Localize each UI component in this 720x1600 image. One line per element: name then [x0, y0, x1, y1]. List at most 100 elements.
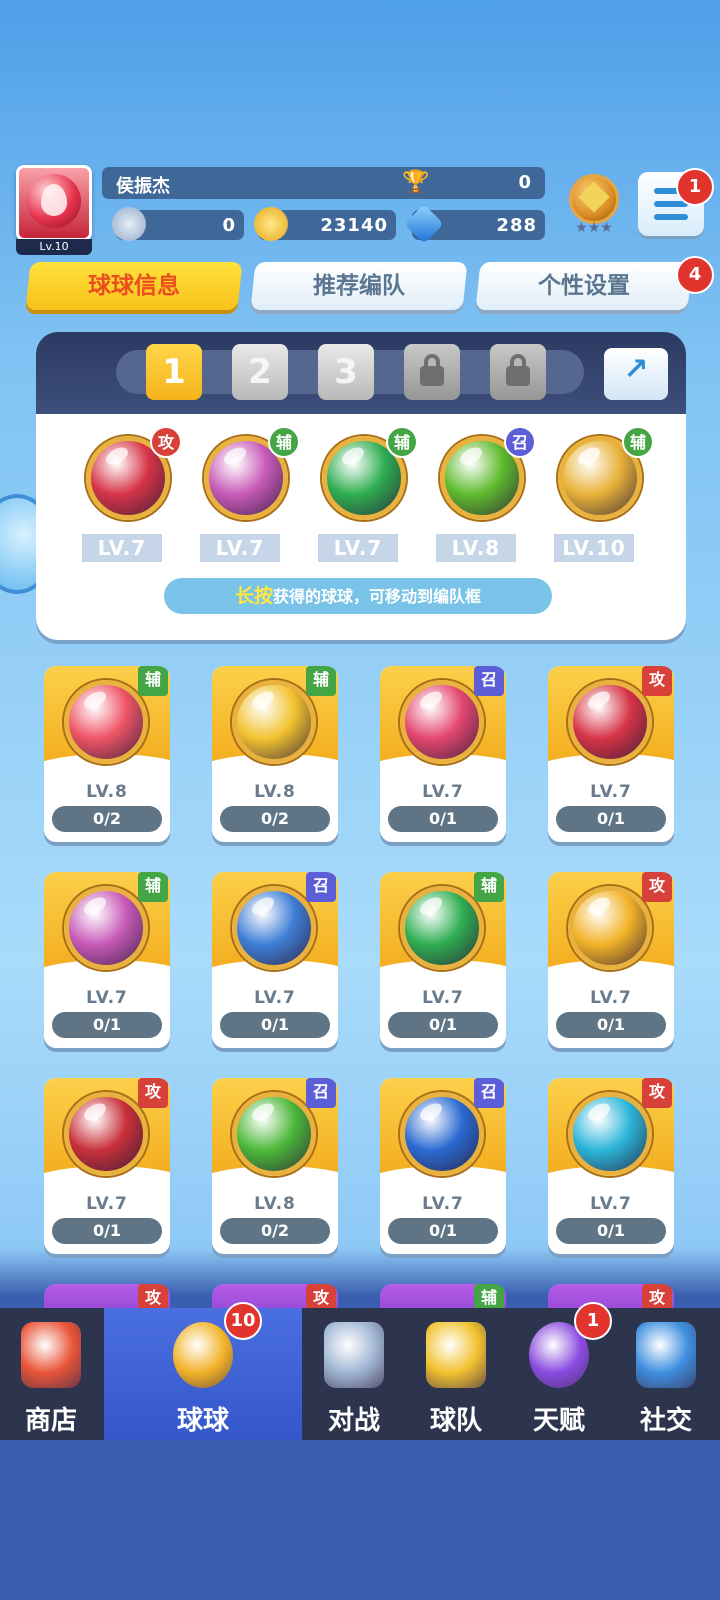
- ball-card[interactable]: 召 LV.8 0/2: [212, 1078, 338, 1254]
- card-level: LV.7: [86, 1194, 128, 1214]
- ball-icon: [568, 886, 652, 970]
- ball-card[interactable]: 辅 LV.7 0/1: [44, 872, 170, 1048]
- nav-label: 对战: [327, 1406, 380, 1436]
- bottom-background: [0, 1440, 720, 1600]
- team-ball-5[interactable]: 辅: [552, 426, 654, 528]
- ball-shine: [81, 893, 109, 919]
- ball-shine: [417, 1099, 445, 1125]
- team-ball-level: LV.7: [200, 534, 280, 562]
- ball-icon: [400, 680, 484, 764]
- card-progress: 0/1: [388, 806, 498, 832]
- nav-shop[interactable]: 商店: [0, 1308, 102, 1440]
- crossed-swords-icon: [324, 1322, 384, 1388]
- card-progress: 0/1: [556, 1218, 666, 1244]
- lock-icon: [506, 354, 530, 386]
- team-slot-1[interactable]: 1: [146, 344, 202, 400]
- nav-balls[interactable]: 球球 10: [104, 1302, 302, 1440]
- ball-type-badge: 辅: [138, 666, 168, 696]
- nav-crossed-swords[interactable]: 对战: [304, 1308, 404, 1440]
- card-progress: 0/1: [52, 1218, 162, 1244]
- card-level: LV.7: [86, 988, 128, 1008]
- ball-card[interactable]: 攻 LV.7 0/1: [548, 1078, 674, 1254]
- card-level: LV.7: [422, 782, 464, 802]
- card-level: LV.8: [254, 782, 296, 802]
- card-level: LV.7: [590, 1194, 632, 1214]
- ball-icon: [232, 886, 316, 970]
- tab-ball-info[interactable]: 球球信息: [25, 262, 243, 310]
- ball-type-badge: 辅: [622, 426, 654, 458]
- hint-highlight: 长按: [234, 585, 273, 607]
- card-level: LV.8: [86, 782, 128, 802]
- balls-icon: [173, 1322, 233, 1388]
- ball-card[interactable]: 攻 LV.7 0/1: [548, 872, 674, 1048]
- energy-plus-icon: [112, 207, 146, 241]
- trophy-icon: 🏆: [402, 170, 430, 195]
- ball-card[interactable]: 召 LV.7 0/1: [380, 666, 506, 842]
- drag-hint: 长按获得的球球，可移动到编队框: [164, 578, 552, 614]
- gold-resource[interactable]: 23140: [254, 207, 396, 241]
- team-ball-level: LV.7: [318, 534, 398, 562]
- ball-type-badge: 攻: [642, 872, 672, 902]
- rank-stars-icon: ★★★: [575, 220, 613, 236]
- nav-planet[interactable]: 天赋 1: [508, 1302, 612, 1440]
- card-progress: 0/2: [52, 806, 162, 832]
- energy-resource[interactable]: 0: [112, 207, 244, 241]
- whistle-icon: [426, 1322, 486, 1388]
- nav-whistle[interactable]: 球队: [406, 1308, 506, 1440]
- ball-card[interactable]: 辅 LV.8 0/2: [44, 666, 170, 842]
- ball-icon: [232, 680, 316, 764]
- team-slot-3[interactable]: 3: [318, 344, 374, 400]
- team-ball-4[interactable]: 召: [434, 426, 536, 528]
- ball-card[interactable]: 召 LV.7 0/1: [380, 1078, 506, 1254]
- ball-card[interactable]: 辅 LV.8 0/2: [212, 666, 338, 842]
- ball-icon: [568, 680, 652, 764]
- tab-recommended-team[interactable]: 推荐编队: [250, 262, 468, 310]
- ball-type-badge: 辅: [138, 872, 168, 902]
- team-panel: 1 2 3 攻 LV.7 辅 LV.7 辅 LV.7 召 LV.8 辅 LV.10 长按获得的球球…: [36, 332, 686, 640]
- ball-icon: [64, 1092, 148, 1176]
- ball-type-badge: 召: [306, 1078, 336, 1108]
- nav-badge: 10: [224, 1302, 262, 1340]
- ball-icon: [64, 680, 148, 764]
- ball-type-badge: 辅: [306, 666, 336, 696]
- lock-icon: [420, 354, 444, 386]
- team-slot-locked-5[interactable]: [490, 344, 546, 400]
- ball-card[interactable]: 攻 LV.7 0/1: [44, 1078, 170, 1254]
- card-level: LV.7: [422, 988, 464, 1008]
- nav-label: 社交: [639, 1406, 692, 1436]
- team-ball-2[interactable]: 辅: [198, 426, 300, 528]
- player-name-bar: 侯振杰 🏆 0: [102, 167, 545, 199]
- ball-shine: [339, 443, 367, 469]
- ball-type-badge: 辅: [386, 426, 418, 458]
- ball-type-badge: 辅: [268, 426, 300, 458]
- player-name: 侯振杰: [116, 176, 170, 197]
- menu-icon-line: [654, 214, 688, 220]
- card-level: LV.8: [254, 1194, 296, 1214]
- card-progress: 0/1: [52, 1012, 162, 1038]
- ball-card[interactable]: 召 LV.7 0/1: [212, 872, 338, 1048]
- ball-type-badge: 攻: [642, 666, 672, 696]
- menu-badge: 1: [676, 168, 714, 206]
- nav-label: 球球: [176, 1406, 229, 1436]
- team-ball-3[interactable]: 辅: [316, 426, 418, 528]
- player-avatar[interactable]: [16, 165, 92, 241]
- tab-personal-settings[interactable]: 个性设置: [475, 262, 693, 310]
- nav-badge: 1: [574, 1302, 612, 1340]
- nav-label: 天赋: [532, 1406, 585, 1436]
- share-button[interactable]: [604, 348, 668, 400]
- card-level: LV.7: [590, 988, 632, 1008]
- ball-shine: [249, 1099, 277, 1125]
- card-progress: 0/1: [220, 1012, 330, 1038]
- ball-shine: [457, 443, 485, 469]
- ball-card[interactable]: 辅 LV.7 0/1: [380, 872, 506, 1048]
- gem-resource[interactable]: 288: [404, 204, 545, 244]
- team-ball-1[interactable]: 攻: [80, 426, 182, 528]
- card-progress: 0/1: [556, 1012, 666, 1038]
- nav-label: 商店: [24, 1406, 77, 1436]
- team-slot-2[interactable]: 2: [232, 344, 288, 400]
- nav-chat-heart[interactable]: 社交: [612, 1308, 720, 1440]
- card-progress: 0/2: [220, 1218, 330, 1244]
- rank-medal[interactable]: ★★★: [563, 170, 625, 238]
- ball-card[interactable]: 攻 LV.7 0/1: [548, 666, 674, 842]
- team-slot-locked-4[interactable]: [404, 344, 460, 400]
